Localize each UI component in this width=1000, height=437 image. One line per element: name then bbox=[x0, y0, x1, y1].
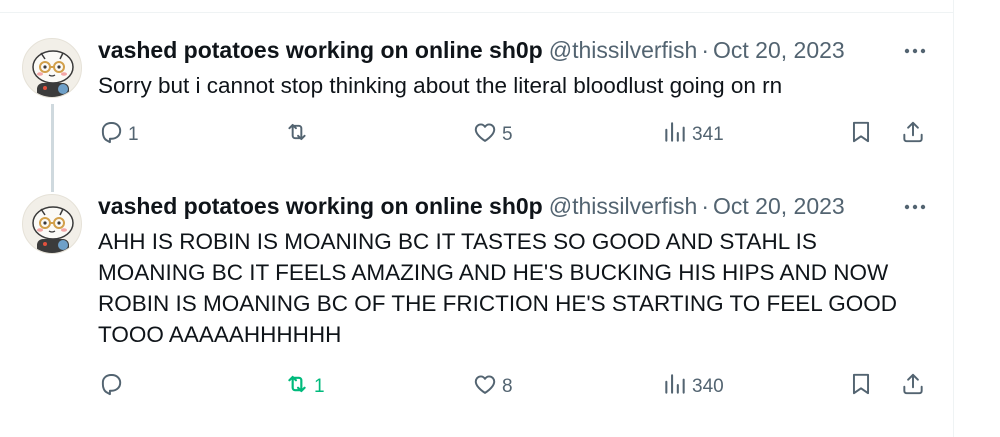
tweet-date[interactable]: Oct 20, 2023 bbox=[713, 37, 845, 63]
share-button[interactable] bbox=[900, 370, 926, 404]
action-bar: 1 5 341 bbox=[98, 118, 928, 152]
tweet-1[interactable]: vashed potatoes working on online sh0p @t… bbox=[0, 0, 953, 180]
reply-count: 1 bbox=[128, 124, 139, 145]
user-handle[interactable]: @thissilverfish bbox=[549, 190, 698, 222]
tweet-header: vashed potatoes working on online sh0p @t… bbox=[98, 34, 934, 66]
like-button[interactable]: 5 bbox=[472, 118, 513, 152]
avatar[interactable] bbox=[22, 194, 82, 254]
reply-button[interactable] bbox=[98, 370, 128, 404]
view-count: 341 bbox=[692, 124, 724, 145]
views-icon bbox=[662, 371, 688, 403]
tweet-text: AHH IS ROBIN IS MOANING BC IT TASTES SO … bbox=[98, 229, 897, 347]
repost-button[interactable]: 1 bbox=[284, 370, 325, 404]
separator-dot: · bbox=[701, 193, 710, 219]
views-icon bbox=[662, 119, 688, 151]
more-options-icon[interactable] bbox=[900, 194, 930, 218]
repost-icon bbox=[284, 119, 310, 151]
display-name[interactable]: vashed potatoes working on online sh0p bbox=[98, 190, 543, 222]
views-button[interactable]: 341 bbox=[662, 118, 724, 152]
repost-icon bbox=[284, 371, 310, 403]
share-icon bbox=[900, 371, 926, 403]
bookmark-icon bbox=[848, 371, 874, 403]
repost-count: 1 bbox=[314, 376, 325, 397]
more-options-icon[interactable] bbox=[900, 38, 930, 62]
tweet-2[interactable]: vashed potatoes working on online sh0p @t… bbox=[0, 180, 953, 437]
user-handle[interactable]: @thissilverfish bbox=[549, 34, 698, 66]
heart-icon bbox=[472, 371, 498, 403]
avatar-illustration-icon bbox=[32, 50, 74, 97]
views-button[interactable]: 340 bbox=[662, 370, 724, 404]
reply-icon bbox=[98, 371, 124, 403]
tweet-header: vashed potatoes working on online sh0p @t… bbox=[98, 190, 934, 222]
share-button[interactable] bbox=[900, 118, 926, 152]
column-border bbox=[953, 0, 954, 437]
like-count: 5 bbox=[502, 124, 513, 145]
action-bar: 1 8 340 bbox=[98, 370, 928, 404]
avatar[interactable] bbox=[22, 38, 82, 98]
like-button[interactable]: 8 bbox=[472, 370, 513, 404]
bookmark-button[interactable] bbox=[848, 118, 874, 152]
bookmark-button[interactable] bbox=[848, 370, 874, 404]
separator-dot: · bbox=[701, 37, 710, 63]
view-count: 340 bbox=[692, 376, 724, 397]
bookmark-icon bbox=[848, 119, 874, 151]
share-icon bbox=[900, 119, 926, 151]
like-count: 8 bbox=[502, 376, 513, 397]
avatar-illustration-icon bbox=[32, 206, 74, 253]
tweet-date[interactable]: Oct 20, 2023 bbox=[713, 193, 845, 219]
reply-button[interactable]: 1 bbox=[98, 118, 139, 152]
heart-icon bbox=[472, 119, 498, 151]
tweet-text: Sorry but i cannot stop thinking about t… bbox=[98, 73, 783, 98]
display-name[interactable]: vashed potatoes working on online sh0p bbox=[98, 34, 543, 66]
reply-icon bbox=[98, 119, 124, 151]
repost-button[interactable] bbox=[284, 118, 314, 152]
